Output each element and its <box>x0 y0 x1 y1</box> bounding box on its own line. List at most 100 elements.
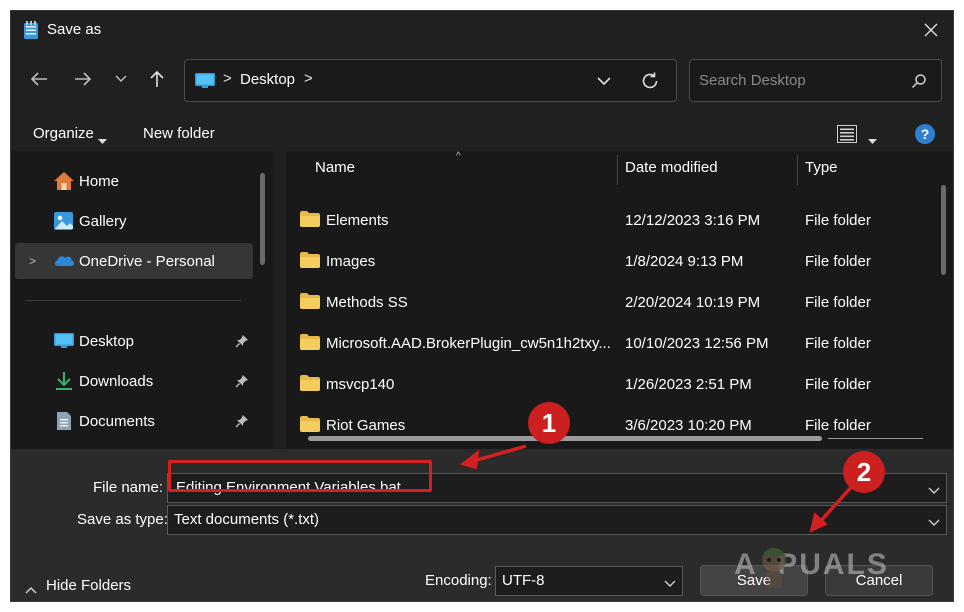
back-button[interactable] <box>25 65 53 93</box>
chevron-down-icon <box>115 75 127 83</box>
folder-icon <box>300 334 320 350</box>
encoding-value: UTF-8 <box>502 572 545 589</box>
chevron-right-icon[interactable]: > <box>29 254 36 268</box>
recent-locations-button[interactable] <box>107 65 135 93</box>
caret-down-icon[interactable] <box>98 131 107 148</box>
divider <box>25 300 241 301</box>
table-row[interactable]: Elements 12/12/2023 3:16 PM File folder <box>286 201 918 241</box>
new-folder-button[interactable]: New folder <box>143 125 215 142</box>
refresh-icon <box>642 72 658 89</box>
search-box[interactable] <box>689 59 942 102</box>
chevron-down-icon[interactable] <box>928 514 940 531</box>
refresh-button[interactable] <box>640 71 660 91</box>
gallery-icon <box>53 211 75 231</box>
table-row[interactable]: Methods SS 2/20/2024 10:19 PM File folde… <box>286 283 918 323</box>
sidebar-item-label: Gallery <box>79 213 127 230</box>
file-date: 3/6/2023 10:20 PM <box>625 417 752 434</box>
chevron-down-icon[interactable] <box>928 482 940 499</box>
file-type: File folder <box>805 294 871 311</box>
download-icon <box>53 371 75 391</box>
column-divider[interactable] <box>797 155 798 185</box>
hide-folders-label: Hide Folders <box>46 577 132 594</box>
onedrive-icon <box>53 251 75 271</box>
view-options-icon[interactable] <box>837 125 857 143</box>
file-type: File folder <box>805 417 871 434</box>
file-list-horizontal-scrollbar[interactable] <box>308 436 822 441</box>
table-row[interactable]: Microsoft.AAD.BrokerPlugin_cw5n1h2txy...… <box>286 324 918 364</box>
forward-button[interactable] <box>69 65 97 93</box>
column-header-name[interactable]: Name <box>315 159 355 176</box>
help-button[interactable]: ? <box>915 124 935 144</box>
folder-icon <box>300 416 320 432</box>
back-arrow-icon <box>30 72 47 86</box>
step-1-badge: 1 <box>528 402 570 444</box>
file-list-vertical-scrollbar[interactable] <box>941 185 946 275</box>
table-row[interactable]: msvcp140 1/26/2023 2:51 PM File folder <box>286 365 918 405</box>
sort-indicator: ^ <box>456 151 461 162</box>
sidebar-item-label: Home <box>79 173 120 190</box>
file-date: 10/10/2023 12:56 PM <box>625 335 769 352</box>
folder-icon <box>300 375 320 391</box>
save-as-type-value: Text documents (*.txt) <box>174 511 320 528</box>
search-input[interactable] <box>699 72 899 89</box>
file-type: File folder <box>805 376 871 393</box>
documents-icon <box>53 411 75 431</box>
file-name: Elements <box>326 212 389 229</box>
column-header-date[interactable]: Date modified <box>625 159 718 176</box>
home-icon <box>53 171 75 191</box>
pin-icon[interactable] <box>235 414 249 428</box>
file-date: 12/12/2023 3:16 PM <box>625 212 761 229</box>
sidebar-item-downloads[interactable]: Downloads <box>15 363 253 399</box>
breadcrumb-desktop[interactable]: Desktop <box>240 71 295 88</box>
file-name: Microsoft.AAD.BrokerPlugin_cw5n1h2txy... <box>326 335 611 352</box>
file-date: 2/20/2024 10:19 PM <box>625 294 761 311</box>
folder-icon <box>300 252 320 268</box>
file-name: Riot Games <box>326 417 406 434</box>
sidebar-item-home[interactable]: Home <box>15 163 253 199</box>
file-date: 1/26/2023 2:51 PM <box>625 376 752 393</box>
scroll-track <box>828 438 923 439</box>
caret-down-icon[interactable] <box>868 131 877 148</box>
file-name: Images <box>326 253 376 270</box>
file-type: File folder <box>805 212 871 229</box>
command-bar: Organize New folder ? <box>11 115 953 151</box>
chevron-up-icon <box>25 581 37 598</box>
column-header-type[interactable]: Type <box>805 159 838 176</box>
breadcrumb-separator: > <box>223 70 232 87</box>
folder-icon <box>300 293 320 309</box>
notepad-icon <box>23 21 39 40</box>
save-as-type-label: Save as type: <box>77 511 168 528</box>
sidebar-item-label: OneDrive - Personal <box>79 253 215 270</box>
chevron-down-icon[interactable] <box>664 575 676 592</box>
desktop-icon <box>53 331 75 351</box>
sidebar-item-gallery[interactable]: Gallery <box>15 203 253 239</box>
sidebar-item-onedrive[interactable]: > OneDrive - Personal <box>15 243 253 279</box>
encoding-select[interactable]: UTF-8 <box>495 566 683 596</box>
file-name-highlight <box>168 460 432 492</box>
navigation-pane: Home Gallery > OneDrive - Personal Deskt… <box>11 151 273 449</box>
breadcrumb-separator[interactable]: > <box>304 70 313 87</box>
window-title: Save as <box>47 21 102 38</box>
pin-icon[interactable] <box>235 374 249 388</box>
pin-icon[interactable] <box>235 334 249 348</box>
sidebar-item-desktop[interactable]: Desktop <box>15 323 253 359</box>
title-bar: Save as <box>11 11 953 49</box>
sidebar-item-label: Documents <box>79 413 155 430</box>
up-button[interactable] <box>143 65 171 93</box>
chevron-down-icon <box>597 77 611 86</box>
table-row[interactable]: Images 1/8/2024 9:13 PM File folder <box>286 242 918 282</box>
sidebar-item-documents[interactable]: Documents <box>15 403 253 439</box>
save-as-dialog: Save as > Desktop > Search Desktop Organ… <box>10 10 954 602</box>
save-as-type-select[interactable]: Text documents (*.txt) <box>167 505 947 535</box>
close-button[interactable] <box>915 15 947 45</box>
search-icon[interactable] <box>911 73 927 89</box>
close-icon <box>924 23 938 37</box>
sidebar-scrollbar[interactable] <box>260 173 265 265</box>
step-2-badge: 2 <box>843 451 885 493</box>
forward-arrow-icon <box>75 72 92 86</box>
organize-button[interactable]: Organize <box>33 125 94 142</box>
address-history-button[interactable] <box>595 72 613 90</box>
column-divider[interactable] <box>617 155 618 185</box>
sidebar-item-label: Downloads <box>79 373 154 390</box>
address-bar[interactable]: > Desktop > <box>184 59 677 102</box>
